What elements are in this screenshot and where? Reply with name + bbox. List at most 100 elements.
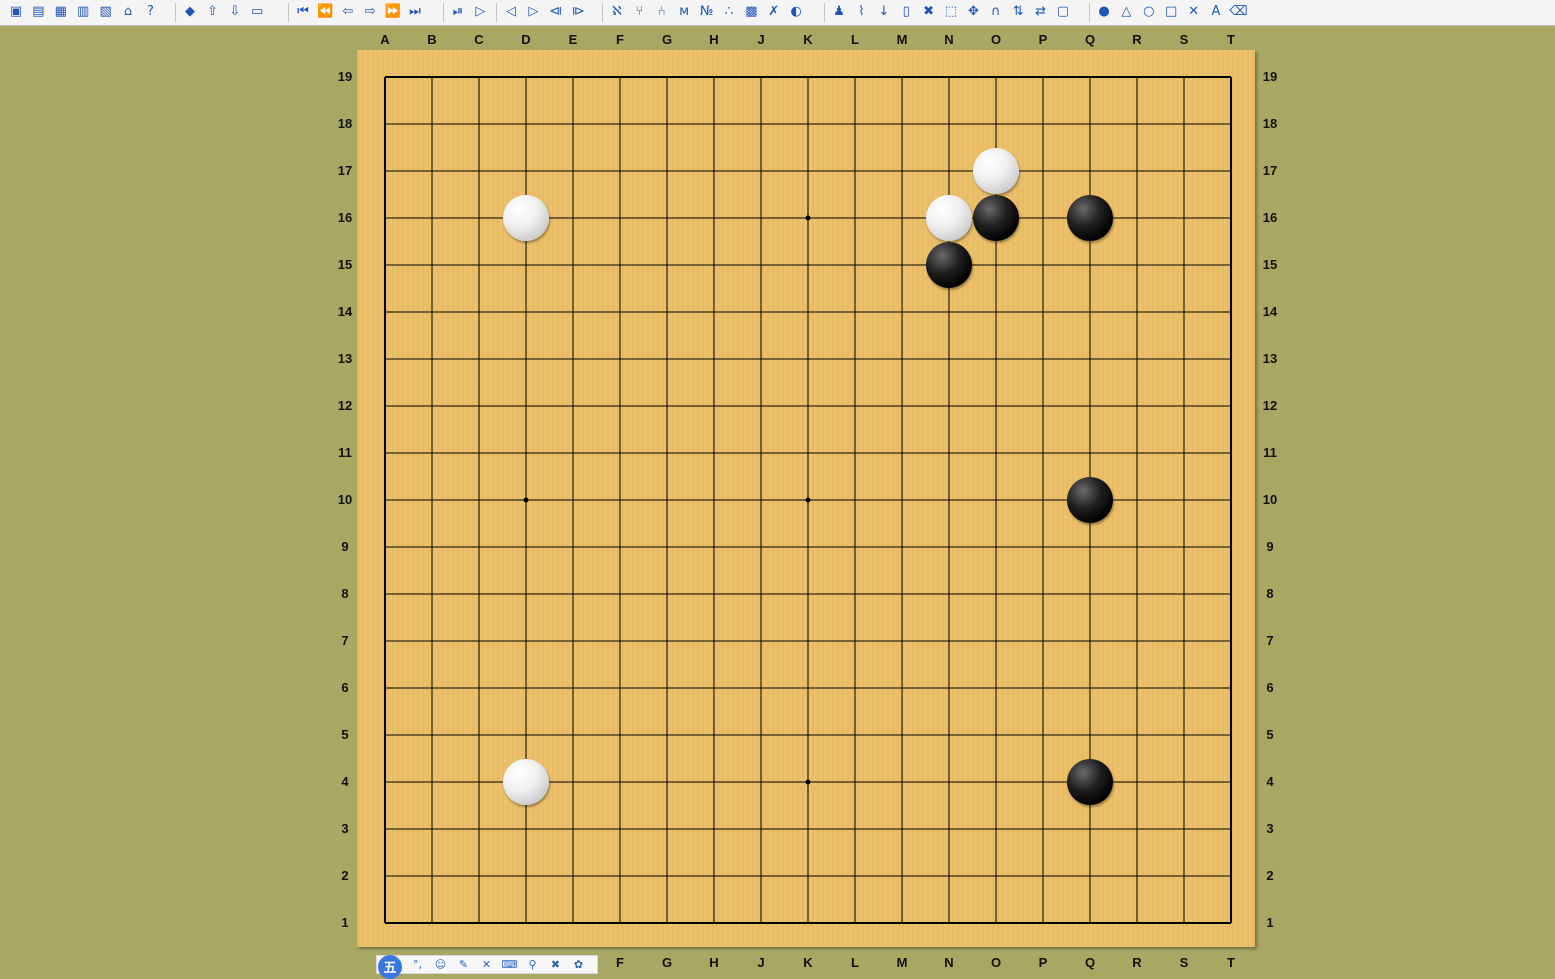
row-label-right: 11 (1263, 445, 1277, 460)
column-label-bottom: P (1038, 955, 1048, 970)
move-number-icon[interactable]: № (698, 3, 716, 21)
column-label-top: K (803, 32, 813, 47)
row-label-left: 9 (341, 539, 349, 554)
ime-keyboard-icon[interactable]: ⌨ (498, 958, 521, 971)
row-label-right: 19 (1262, 69, 1278, 84)
cluster-icon[interactable]: ∴ (720, 3, 738, 21)
black-stone (973, 195, 1019, 241)
book-icon[interactable]: ◆ (181, 3, 199, 21)
cross-mark-icon[interactable]: ✕ (1185, 3, 1203, 21)
triangle-mark-icon[interactable]: △ (1117, 3, 1135, 21)
column-label-bottom: M (896, 955, 908, 970)
column-label-top: E (568, 32, 578, 47)
back-ten-icon[interactable]: ⏪ (316, 3, 334, 21)
column-label-top: R (1132, 32, 1142, 47)
forward-one-icon[interactable]: ⇨ (361, 3, 379, 21)
row-label-left: 6 (341, 680, 349, 695)
row-label-left: 10 (337, 492, 353, 507)
column-label-top: D (521, 32, 531, 47)
row-label-right: 15 (1262, 257, 1278, 272)
save-file-icon[interactable]: ▦ (52, 3, 70, 21)
white-stone (926, 195, 972, 241)
row-label-left: 5 (341, 727, 349, 742)
open-file-icon[interactable]: ▤ (29, 3, 47, 21)
database-icon[interactable]: ▥ (74, 3, 92, 21)
column-label-bottom: O (990, 955, 1002, 970)
move-cross-icon[interactable]: ✥ (964, 3, 982, 21)
download-icon[interactable]: ↓ (875, 3, 893, 21)
column-label-bottom: K (803, 955, 813, 970)
row-label-right: 14 (1262, 304, 1278, 319)
select-rect-icon[interactable]: ⬚ (942, 3, 960, 21)
help-icon[interactable]: ? (141, 3, 159, 21)
toolbar-separator (288, 3, 289, 22)
folder-icon[interactable]: ▭ (248, 3, 266, 21)
ime-settings-icon[interactable]: ✿ (567, 958, 590, 971)
row-label-left: 2 (341, 868, 349, 883)
ime-emoji-icon[interactable]: ☺ (429, 958, 452, 971)
column-label-top: F (616, 32, 624, 47)
link-icon[interactable]: ⌇ (852, 3, 870, 21)
column-label-top: C (474, 32, 484, 47)
ime-skin-icon[interactable]: ✖ (544, 958, 567, 971)
autoplay-icon[interactable]: ⏯ (449, 3, 467, 21)
black-stone (1067, 759, 1113, 805)
column-label-top: G (661, 32, 673, 47)
swap-vertical-icon[interactable]: ⇅ (1009, 3, 1027, 21)
new-file-icon[interactable]: ▣ (7, 3, 25, 21)
row-label-right: 3 (1266, 821, 1274, 836)
up-arrow-icon[interactable]: ⇧ (203, 3, 221, 21)
next-variation-icon[interactable]: ▷ (524, 3, 542, 21)
magnet-icon[interactable]: ∩ (987, 3, 1005, 21)
column-label-top: J (757, 32, 765, 47)
stamp-icon[interactable]: ♟ (830, 3, 848, 21)
ime-tools-icon[interactable]: ✕ (475, 958, 498, 971)
play-icon[interactable]: ▷ (471, 3, 489, 21)
letter-mark-icon[interactable]: A (1207, 3, 1225, 21)
merge-icon[interactable]: ⑃ (653, 3, 671, 21)
window-icon[interactable]: ▢ (1054, 3, 1072, 21)
remove-icon[interactable]: ✖ (920, 3, 938, 21)
document-icon[interactable]: ▯ (897, 3, 915, 21)
row-label-left: 15 (337, 257, 353, 272)
column-label-top: H (709, 32, 719, 47)
ime-punctuation-icon[interactable]: °, (406, 958, 429, 971)
circle-mark-icon[interactable]: ○ (1140, 3, 1158, 21)
toolbar: ▣ ▤ ▦ ▥ ▧ ⌂? ◆ ⇧ ⇩ ▭ ⏮ ⏪ ⇦ ⇨ ⏩ ⏭ ⏯ ▷ ◁ ▷ ⧏ ⧐ ℵ ⑂ ⑃ ᴍ № ∴ ▩ ✗ ◐ ♟ ⌇ ↓ ▯ ✖ ⬚ ✥ ∩… (0, 0, 1555, 26)
eraser-icon[interactable]: ⌫ (1229, 3, 1247, 21)
text-mg-icon[interactable]: ᴍ (675, 3, 693, 21)
grid-icon[interactable]: ▩ (742, 3, 760, 21)
ime-user-icon[interactable]: ⚲ (521, 958, 544, 971)
print-icon[interactable]: ▧ (97, 3, 115, 21)
column-label-top: P (1038, 32, 1048, 47)
ime-bar: 五 °, ☺ ✎ ✕ ⌨ ⚲ ✖ ✿ (376, 954, 598, 979)
column-label-bottom: F (616, 955, 624, 970)
prev-variation-icon[interactable]: ◁ (502, 3, 520, 21)
row-label-right: 7 (1266, 633, 1274, 648)
home-icon[interactable]: ⌂ (119, 3, 137, 21)
forward-ten-icon[interactable]: ⏩ (384, 3, 402, 21)
ime-pen-icon[interactable]: ✎ (452, 958, 475, 971)
delete-branch-icon[interactable]: ✗ (765, 3, 783, 21)
row-label-right: 1 (1266, 915, 1274, 930)
tree-icon[interactable]: ℵ (608, 3, 626, 21)
column-label-bottom: N (944, 955, 954, 970)
stone-tool-icon[interactable]: ● (1095, 3, 1113, 21)
ime-logo[interactable]: 五 (378, 954, 402, 979)
down-arrow-icon[interactable]: ⇩ (226, 3, 244, 21)
swap-horizontal-icon[interactable]: ⇄ (1032, 3, 1050, 21)
globe-icon[interactable]: ◐ (787, 3, 805, 21)
toolbar-separator (443, 3, 444, 22)
row-label-right: 17 (1262, 163, 1278, 178)
toolbar-separator (175, 3, 176, 22)
last-move-icon[interactable]: ⏭ (406, 3, 424, 21)
row-label-left: 17 (337, 163, 353, 178)
last-variation-icon[interactable]: ⧐ (569, 3, 587, 21)
first-variation-icon[interactable]: ⧏ (547, 3, 565, 21)
column-label-top: M (896, 32, 908, 47)
go-board[interactable] (357, 50, 1255, 947)
back-one-icon[interactable]: ⇦ (339, 3, 357, 21)
square-mark-icon[interactable]: □ (1162, 3, 1180, 21)
branch-icon[interactable]: ⑂ (630, 3, 648, 21)
first-move-icon[interactable]: ⏮ (294, 3, 312, 21)
